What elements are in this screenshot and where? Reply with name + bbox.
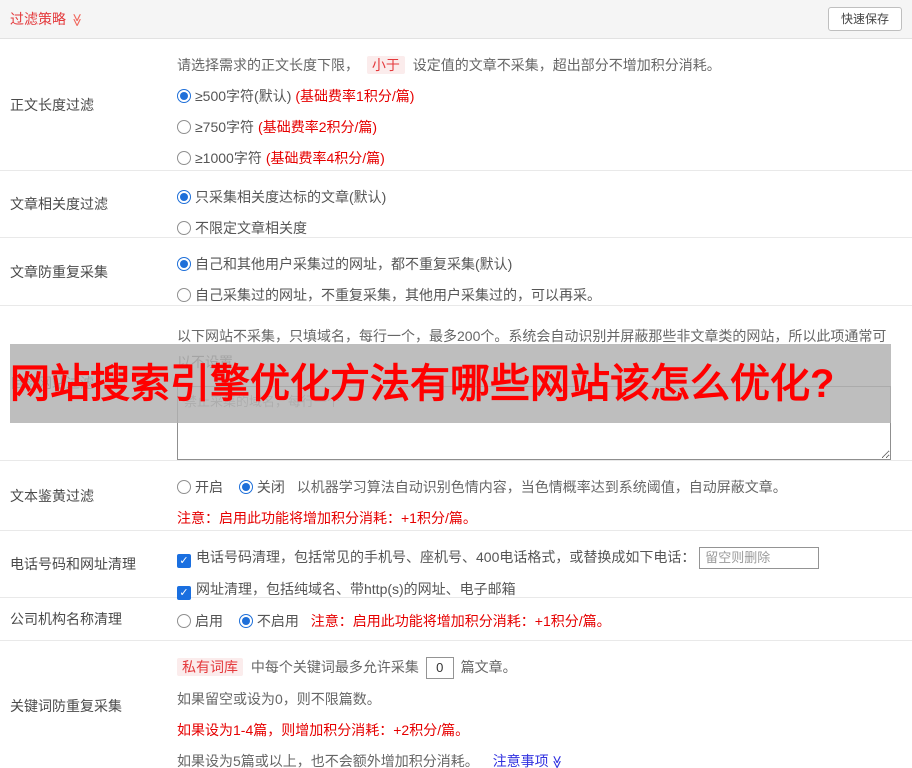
row-porn-filter: 文本鉴黄过滤 开启 关闭 以机器学习算法自动识别色情内容，当色情概率达到系统阈值… bbox=[0, 461, 912, 531]
radio-button[interactable] bbox=[238, 480, 253, 494]
row-article-dedup: 文章防重复采集 自己和其他用户采集过的网址，都不重复采集(默认) 自己采集过的网… bbox=[0, 238, 912, 306]
option-label: 不限定文章相关度 bbox=[195, 220, 307, 236]
content-length-description: 请选择需求的正文长度下限， 小于 设定值的文章不采集，超出部分不增加积分消耗。 bbox=[177, 54, 904, 76]
keyword-note-5plus: 如果设为5篇或以上，也不会额外增加积分消耗。 bbox=[177, 752, 479, 768]
phone-clean-option[interactable]: ✓ 电话号码清理，包括常见的手机号、座机号、400电话格式，或替换成如下电话： bbox=[177, 546, 904, 569]
radio-option-relevance-any[interactable]: 不限定文章相关度 bbox=[177, 217, 904, 239]
radio-option-relevance-only[interactable]: 只采集相关度达标的文章(默认) bbox=[177, 186, 904, 208]
radio-button[interactable] bbox=[238, 614, 253, 628]
row-company-clean: 公司机构名称清理 启用 不启用 注意：启用此功能将增加积分消耗：+1积分/篇。 bbox=[0, 598, 912, 641]
notice-link-text: 注意事项 bbox=[492, 752, 549, 768]
option-label: 开启 bbox=[195, 479, 223, 495]
keyword-limit-line: 私有词库 中每个关键词最多允许采集 篇文章。 bbox=[177, 656, 904, 679]
private-lexicon-badge[interactable]: 私有词库 bbox=[177, 658, 243, 676]
checkmark-icon: ✓ bbox=[179, 555, 189, 567]
porn-filter-options: 开启 关闭 以机器学习算法自动识别色情内容，当色情概率达到系统阈值，自动屏蔽文章… bbox=[177, 476, 904, 498]
radio-option-company-off[interactable]: 不启用 bbox=[238, 613, 299, 629]
keyword-note-5plus-line: 如果设为5篇或以上，也不会额外增加积分消耗。 注意事项≫ bbox=[177, 750, 904, 768]
radio-option-dedup-all[interactable]: 自己和其他用户采集过的网址，都不重复采集(默认) bbox=[177, 253, 904, 275]
quick-save-button[interactable]: 快速保存 bbox=[827, 7, 902, 31]
option-label: 自己和其他用户采集过的网址，都不重复采集(默认) bbox=[195, 256, 513, 272]
radio-option-500[interactable]: ≥500字符(默认) (基础费率1积分/篇) bbox=[177, 85, 904, 107]
option-label: 启用 bbox=[195, 613, 223, 629]
radio-button[interactable] bbox=[177, 221, 191, 235]
radio-option-porn-on[interactable]: 开启 bbox=[177, 479, 223, 495]
radio-button[interactable] bbox=[177, 614, 191, 628]
radio-option-750[interactable]: ≥750字符 (基础费率2积分/篇) bbox=[177, 116, 904, 138]
section-title-filter-strategy[interactable]: 过滤策略 ≫ bbox=[10, 9, 85, 29]
keyword-note-zero: 如果留空或设为0，则不限篇数。 bbox=[177, 690, 381, 707]
company-clean-cost-note: 注意：启用此功能将增加积分消耗：+1积分/篇。 bbox=[310, 613, 611, 629]
option-label: 网址清理，包括纯域名、带http(s)的网址、电子邮箱 bbox=[196, 580, 516, 597]
keyword-limit-text: 中每个关键词最多允许采集 bbox=[250, 659, 419, 675]
radio-button[interactable] bbox=[177, 120, 191, 134]
checkmark-icon: ✓ bbox=[179, 586, 189, 599]
row-label: 公司机构名称清理 bbox=[10, 611, 122, 627]
row-content: 开启 关闭 以机器学习算法自动识别色情内容，当色情概率达到系统阈值，自动屏蔽文章… bbox=[177, 467, 912, 526]
desc-before: 请选择需求的正文长度下限， bbox=[177, 57, 359, 73]
row-label: 文章相关度过滤 bbox=[10, 196, 108, 212]
option-label: 自己采集过的网址，不重复采集，其他用户采集过的，可以再采。 bbox=[195, 287, 601, 303]
row-label: 文章防重复采集 bbox=[10, 263, 108, 280]
option-label: ≥1000字符 bbox=[195, 150, 262, 166]
watermark-overlay-text: 网站搜索引擎优化方法有哪些网站该怎么优化? bbox=[10, 361, 835, 406]
row-content: ✓ 电话号码清理，包括常见的手机号、座机号、400电话格式，或替换成如下电话： ✓… bbox=[177, 537, 912, 600]
option-label: 关闭 bbox=[256, 479, 285, 495]
desc-after: 设定值的文章不采集，超出部分不增加积分消耗。 bbox=[412, 57, 721, 73]
radio-option-porn-off[interactable]: 关闭 bbox=[238, 479, 285, 495]
company-clean-options: 启用 不启用 注意：启用此功能将增加积分消耗：+1积分/篇。 bbox=[177, 610, 904, 632]
keyword-note-1-4: 如果设为1-4篇，则增加积分消耗：+2积分/篇。 bbox=[177, 721, 470, 738]
section-title-text: 过滤策略 bbox=[10, 11, 66, 27]
row-content-length-filter: 正文长度过滤 请选择需求的正文长度下限， 小于 设定值的文章不采集，超出部分不增… bbox=[0, 39, 912, 171]
row-content: 启用 不启用 注意：启用此功能将增加积分消耗：+1积分/篇。 bbox=[177, 604, 912, 634]
radio-button[interactable] bbox=[177, 288, 191, 302]
option-label: ≥500字符(默认) bbox=[195, 88, 292, 104]
fee-note: (基础费率2积分/篇) bbox=[258, 119, 378, 135]
option-label: ≥750字符 bbox=[195, 119, 255, 135]
row-content: 只采集相关度达标的文章(默认) 不限定文章相关度 bbox=[177, 177, 912, 236]
option-label: 电话号码清理，包括常见的手机号、座机号、400电话格式，或替换成如下电话： bbox=[196, 549, 696, 565]
chevron-double-down-icon: ≫ bbox=[69, 13, 85, 27]
radio-button[interactable] bbox=[177, 89, 191, 103]
row-label: 关键词防重复采集 bbox=[10, 697, 122, 714]
radio-button[interactable] bbox=[177, 190, 191, 204]
row-label: 正文长度过滤 bbox=[10, 96, 94, 113]
radio-option-company-on[interactable]: 启用 bbox=[177, 613, 223, 629]
radio-button[interactable] bbox=[177, 257, 191, 271]
option-label: 不启用 bbox=[256, 613, 299, 629]
replacement-phone-input[interactable] bbox=[699, 546, 820, 569]
row-content: 请选择需求的正文长度下限， 小于 设定值的文章不采集，超出部分不增加积分消耗。 … bbox=[177, 45, 912, 166]
notice-link[interactable]: 注意事项≫ bbox=[492, 752, 565, 768]
radio-button[interactable] bbox=[177, 151, 191, 165]
keyword-limit-suffix: 篇文章。 bbox=[460, 659, 517, 675]
topbar: 过滤策略 ≫ 快速保存 bbox=[0, 0, 912, 39]
row-keyword-dedup: 关键词防重复采集 私有词库 中每个关键词最多允许采集 篇文章。 如果留空或设为0… bbox=[0, 641, 912, 768]
option-label: 只采集相关度达标的文章(默认) bbox=[195, 189, 387, 205]
fee-note: (基础费率4积分/篇) bbox=[265, 150, 385, 166]
row-label: 文本鉴黄过滤 bbox=[10, 487, 94, 504]
filter-settings-page: 过滤策略 ≫ 快速保存 正文长度过滤 请选择需求的正文长度下限， 小于 设定值的文… bbox=[0, 0, 912, 768]
chevron-double-down-icon: ≫ bbox=[549, 754, 565, 768]
row-label: 电话号码和网址清理 bbox=[10, 556, 136, 572]
watermark-overlay-banner: 网站搜索引擎优化方法有哪些网站该怎么优化? bbox=[10, 344, 891, 423]
max-articles-input[interactable] bbox=[425, 656, 454, 679]
porn-filter-cost-note: 注意：启用此功能将增加积分消耗：+1积分/篇。 bbox=[177, 510, 477, 526]
radio-button[interactable] bbox=[177, 480, 191, 494]
radio-option-dedup-self[interactable]: 自己采集过的网址，不重复采集，其他用户采集过的，可以再采。 bbox=[177, 284, 904, 306]
less-than-badge: 小于 bbox=[366, 56, 405, 74]
row-relevance-filter: 文章相关度过滤 只采集相关度达标的文章(默认) 不限定文章相关度 bbox=[0, 171, 912, 238]
fee-note: (基础费率1积分/篇) bbox=[295, 88, 415, 104]
row-phone-url-clean: 电话号码和网址清理 ✓ 电话号码清理，包括常见的手机号、座机号、400电话格式，或… bbox=[0, 531, 912, 600]
url-clean-option[interactable]: ✓ 网址清理，包括纯域名、带http(s)的网址、电子邮箱 bbox=[177, 578, 904, 600]
checkbox-phone-clean[interactable]: ✓ bbox=[177, 554, 191, 568]
row-content: 私有词库 中每个关键词最多允许采集 篇文章。 如果留空或设为0，则不限篇数。 如… bbox=[177, 647, 912, 768]
checkbox-url-clean[interactable]: ✓ bbox=[177, 585, 191, 600]
row-content: 自己和其他用户采集过的网址，都不重复采集(默认) 自己采集过的网址，不重复采集，… bbox=[177, 244, 912, 303]
radio-option-1000[interactable]: ≥1000字符 (基础费率4积分/篇) bbox=[177, 147, 904, 169]
porn-filter-description: 以机器学习算法自动识别色情内容，当色情概率达到系统阈值，自动屏蔽文章。 bbox=[296, 479, 787, 495]
